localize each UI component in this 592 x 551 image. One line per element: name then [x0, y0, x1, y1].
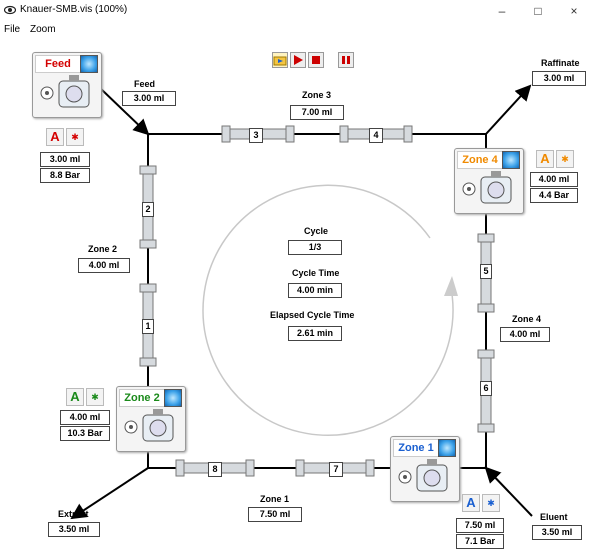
zone1-pump[interactable]: Zone 1: [390, 436, 460, 502]
smb-canvas: 3 4 2 1 5 6 8 7 Feed A ✱ 3.00 ml 8.8 Bar…: [0, 38, 592, 551]
menu-file[interactable]: File: [4, 24, 20, 35]
cycle-label: Cycle: [304, 226, 329, 236]
raffinate-label: Raffinate: [541, 58, 580, 68]
zone4-status-led: [502, 151, 520, 169]
open-config-button[interactable]: [272, 52, 288, 68]
maximize-button[interactable]: □: [520, 0, 556, 22]
minimize-button[interactable]: –: [484, 0, 520, 22]
elapsed-cycle-time-label: Elapsed Cycle Time: [270, 310, 355, 320]
stop-button[interactable]: [308, 52, 324, 68]
pump-icon: [398, 459, 448, 492]
zone1-drop-button[interactable]: ✱: [482, 494, 500, 512]
zone1-pressure: 7.1 Bar: [456, 534, 504, 549]
zone4-pump-title: Zone 4: [457, 151, 503, 169]
app-eye-icon: [4, 5, 16, 15]
folder-play-icon: [273, 56, 287, 66]
zone1-label: Zone 1: [260, 494, 290, 504]
feed-status-led: [80, 55, 98, 73]
zone4-a-button[interactable]: A: [536, 150, 554, 168]
play-button[interactable]: [290, 52, 306, 68]
feed-ctrl-flow: 3.00 ml: [40, 152, 90, 167]
title-bar: Knauer-SMB.vis (100%) – □ ×: [0, 0, 592, 22]
column-1-label: 1: [142, 319, 154, 334]
zone2-drop-button[interactable]: ✱: [86, 388, 104, 406]
pause-icon: [342, 56, 350, 64]
feed-label: Feed: [134, 79, 156, 89]
pump-icon: [40, 75, 90, 108]
column-2-label: 2: [142, 202, 154, 217]
window-title: Knauer-SMB.vis (100%): [20, 4, 128, 15]
column-6-label: 6: [480, 381, 492, 396]
extract-flow: 3.50 ml: [48, 522, 100, 537]
feed-pressure: 8.8 Bar: [40, 168, 90, 183]
eluent-label: Eluent: [540, 512, 568, 522]
zone3-label: Zone 3: [302, 90, 332, 100]
zone2-flow: 4.00 ml: [78, 258, 130, 273]
column-8-label: 8: [208, 462, 222, 477]
cycle-time-label: Cycle Time: [292, 268, 340, 278]
zone2-ctrl-flow: 4.00 ml: [60, 410, 110, 425]
zone2-pump[interactable]: Zone 2: [116, 386, 186, 452]
zone4-pressure: 4.4 Bar: [530, 188, 578, 203]
zone2-pump-title: Zone 2: [119, 389, 165, 407]
zone4-flow: 4.00 ml: [500, 327, 550, 342]
menu-zoom[interactable]: Zoom: [30, 24, 56, 35]
zone2-label: Zone 2: [88, 244, 118, 254]
zone4-drop-button[interactable]: ✱: [556, 150, 574, 168]
stop-icon: [312, 56, 320, 64]
zone1-pump-title: Zone 1: [393, 439, 439, 457]
feed-drop-button[interactable]: ✱: [66, 128, 84, 146]
eluent-flow: 3.50 ml: [532, 525, 582, 540]
pause-button[interactable]: [338, 52, 354, 68]
raffinate-flow: 3.00 ml: [532, 71, 586, 86]
pump-icon: [124, 409, 174, 442]
pump-icon: [462, 171, 512, 204]
elapsed-cycle-time-value: 2.61 min: [288, 326, 342, 341]
zone1-status-led: [438, 439, 456, 457]
zone1-a-button[interactable]: A: [462, 494, 480, 512]
zone4-ctrl-flow: 4.00 ml: [530, 172, 578, 187]
zone4-pump[interactable]: Zone 4: [454, 148, 524, 214]
cycle-value: 1/3: [288, 240, 342, 255]
menu-bar: File Zoom: [0, 22, 592, 38]
zone1-ctrl-flow: 7.50 ml: [456, 518, 504, 533]
feed-a-button[interactable]: A: [46, 128, 64, 146]
zone2-pressure: 10.3 Bar: [60, 426, 110, 441]
zone4-label: Zone 4: [512, 314, 542, 324]
zone1-flow: 7.50 ml: [248, 507, 302, 522]
extract-label: Extract: [58, 509, 89, 519]
column-7-label: 7: [329, 462, 343, 477]
zone2-a-button[interactable]: A: [66, 388, 84, 406]
zone2-status-led: [164, 389, 182, 407]
play-icon: [294, 55, 303, 65]
close-button[interactable]: ×: [556, 0, 592, 22]
feed-flow: 3.00 ml: [122, 91, 176, 106]
feed-pump-title: Feed: [35, 55, 81, 73]
zone3-flow: 7.00 ml: [290, 105, 344, 120]
column-5-label: 5: [480, 264, 492, 279]
cycle-time-value: 4.00 min: [288, 283, 342, 298]
column-3-label: 3: [249, 128, 263, 143]
feed-pump[interactable]: Feed: [32, 52, 102, 118]
column-4-label: 4: [369, 128, 383, 143]
